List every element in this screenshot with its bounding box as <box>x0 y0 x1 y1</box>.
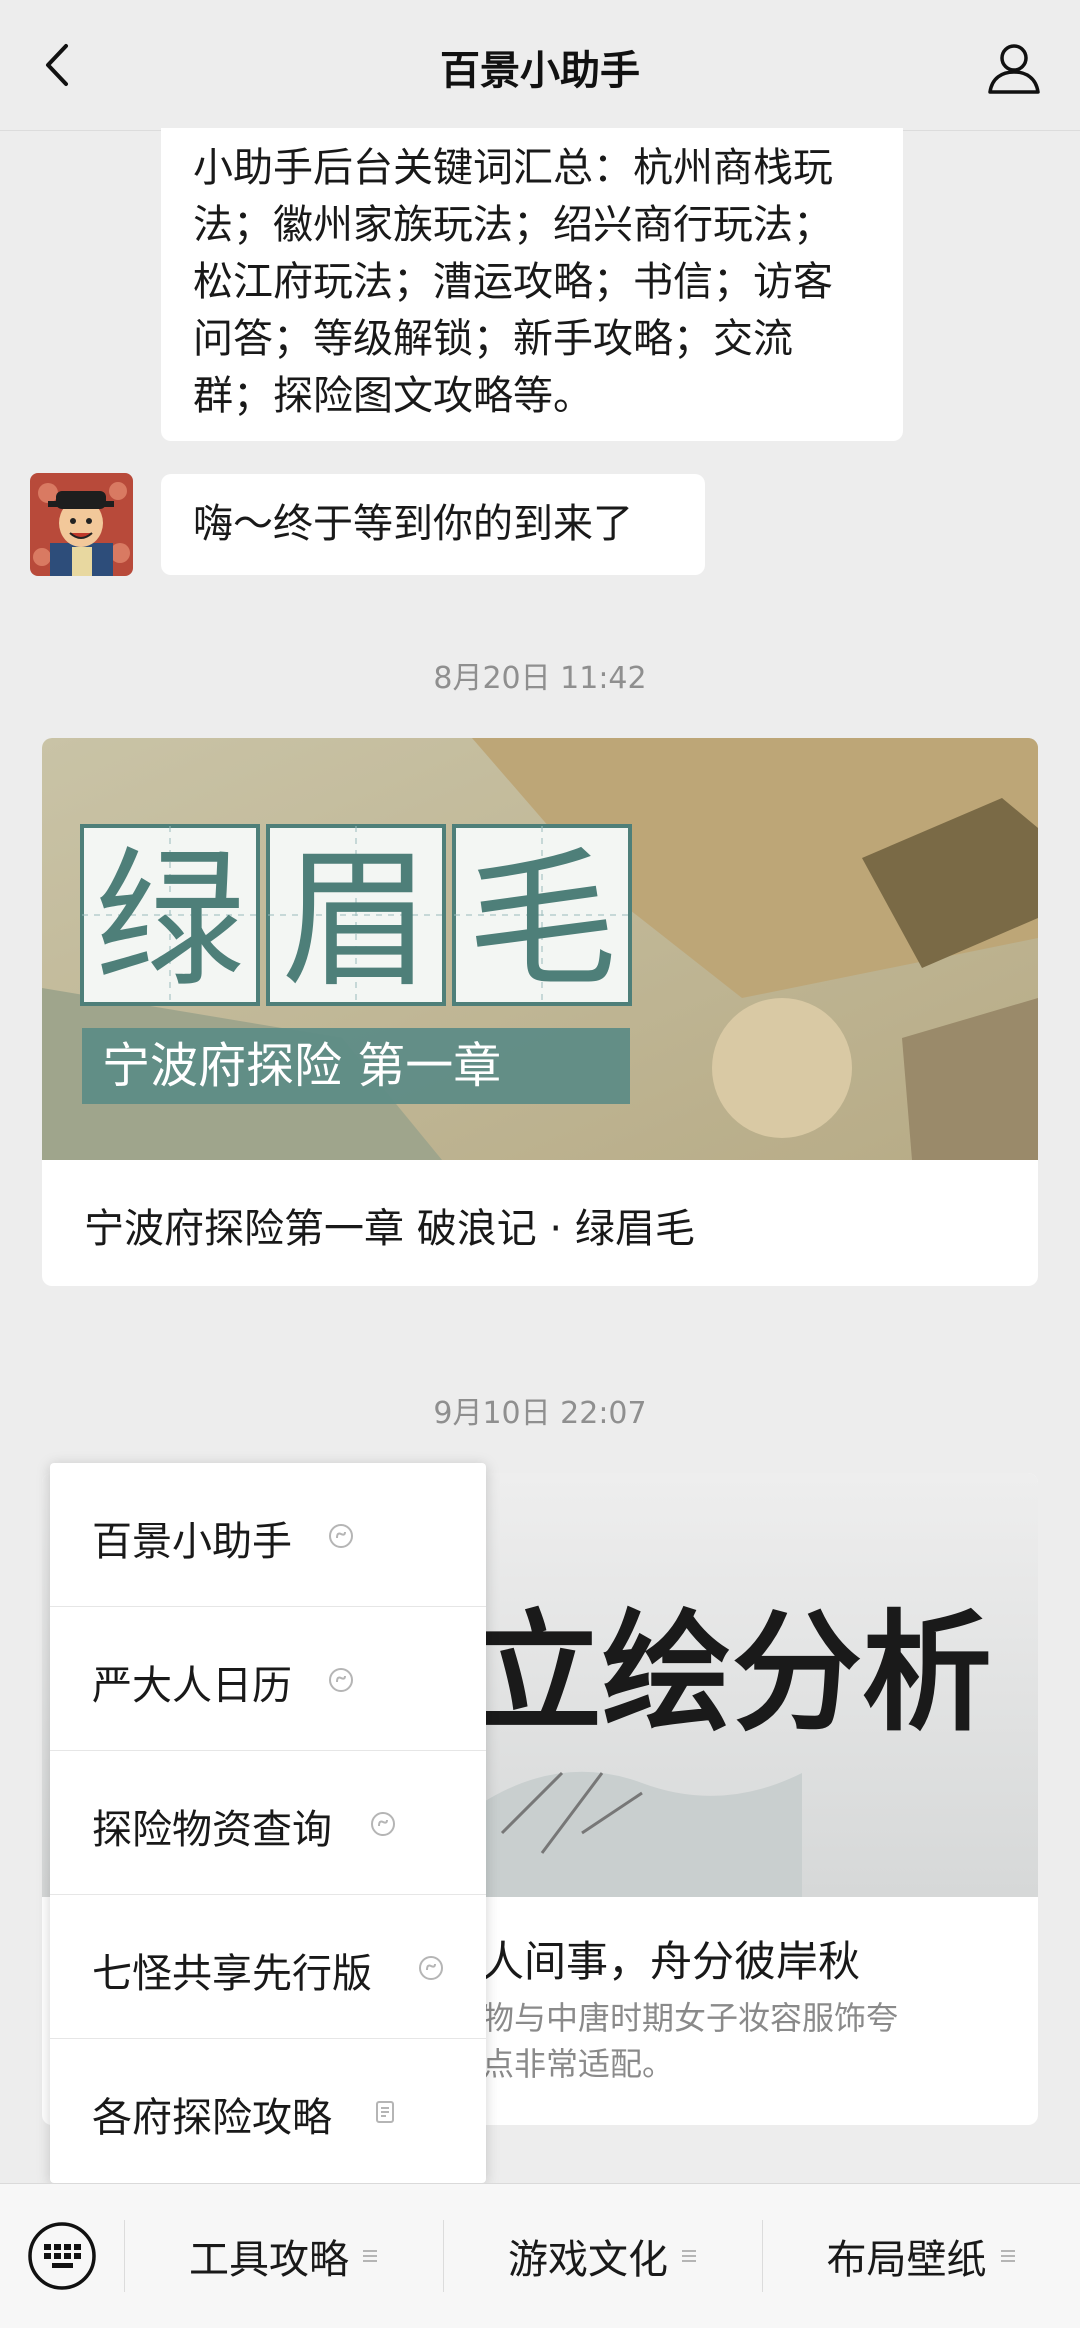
submenu-item-label: 严大人日历 <box>92 1663 292 1709</box>
mini-program-icon <box>419 1956 443 1980</box>
profile-icon[interactable] <box>984 38 1044 98</box>
bottom-menu-bar: 工具攻略 游戏文化 布局壁纸 <box>0 2183 1080 2328</box>
article-summary: 物与中唐时期女子妆容服饰夸 点非常适配。 <box>482 1995 1002 2087</box>
banner-char: 毛 <box>467 834 617 1008</box>
submenu-popup: 百景小助手 严大人日历 探险物资查询 七怪共享先行版 各府探险攻略 <box>50 1463 486 2183</box>
mini-program-icon <box>371 1812 395 1836</box>
banner-title: 立绘分析 <box>472 1596 992 1749</box>
submenu-item-supply-query[interactable]: 探险物资查询 <box>50 1751 486 1895</box>
banner-char: 绿 <box>95 834 245 1008</box>
submenu-item-qiguai-share[interactable]: 七怪共享先行版 <box>50 1895 486 2039</box>
banner-char: 眉 <box>281 834 431 1008</box>
official-avatar-image <box>30 473 133 576</box>
timestamp: 8月20日 11:42 <box>433 661 647 696</box>
submenu-icon <box>1000 2250 1015 2262</box>
article-title: 人间事，舟分彼岸秋 <box>482 1937 861 1986</box>
menu-tab-label: 游戏文化 <box>508 2237 668 2283</box>
article-card-ningbo[interactable]: 绿 眉 毛 宁波府探险 第一章 宁波府探险第一章 破浪记 · 绿眉毛 <box>42 738 1038 1286</box>
menu-tab-culture[interactable]: 游戏文化 <box>444 2184 762 2328</box>
keyboard-icon[interactable] <box>26 2220 98 2292</box>
timestamp: 9月10日 22:07 <box>433 1396 647 1431</box>
submenu-item-label: 各府探险攻略 <box>92 2095 332 2141</box>
menu-tab-label: 工具攻略 <box>189 2237 349 2283</box>
message-bubble-keywords: 小助手后台关键词汇总：杭州商栈玩法；徽州家族玩法；绍兴商行玩法；松江府玩法；漕运… <box>161 128 903 441</box>
article-cover-image: 绿 眉 毛 宁波府探险 第一章 <box>42 738 1038 1160</box>
menu-tab-tools[interactable]: 工具攻略 <box>125 2184 443 2328</box>
submenu-item-label: 百景小助手 <box>92 1519 292 1565</box>
menu-tab-label: 布局壁纸 <box>826 2237 987 2283</box>
message-bubble-greeting: 嗨～终于等到你的到来了 <box>161 474 705 575</box>
submenu-item-calendar[interactable]: 严大人日历 <box>50 1607 486 1751</box>
submenu-item-label: 探险物资查询 <box>92 1807 332 1853</box>
article-icon <box>376 2101 394 2123</box>
submenu-item-baijing-assistant[interactable]: 百景小助手 <box>50 1463 486 1607</box>
menu-tab-layout-wallpaper[interactable]: 布局壁纸 <box>763 2184 1080 2328</box>
submenu-item-label: 七怪共享先行版 <box>92 1951 372 1997</box>
page-title: 百景小助手 <box>440 48 640 94</box>
article-title: 宁波府探险第一章 破浪记 · 绿眉毛 <box>84 1206 695 1252</box>
mini-program-icon <box>329 1524 353 1548</box>
nav-header: 百景小助手 <box>0 0 1080 131</box>
banner-subtitle: 宁波府探险 第一章 <box>102 1038 501 1094</box>
submenu-item-exploration-guides[interactable]: 各府探险攻略 <box>50 2039 486 2183</box>
keywords-message-text: 小助手后台关键词汇总：杭州商栈玩法；徽州家族玩法；绍兴商行玩法；松江府玩法；漕运… <box>193 145 833 419</box>
submenu-icon <box>363 2250 377 2262</box>
submenu-icon <box>682 2250 696 2262</box>
mini-program-icon <box>329 1668 353 1692</box>
article-summary-line: 物与中唐时期女子妆容服饰夸 <box>482 1999 899 2037</box>
article-summary-line: 点非常适配。 <box>482 2045 675 2083</box>
greeting-message-text: 嗨～终于等到你的到来了 <box>193 501 633 547</box>
avatar[interactable] <box>30 473 133 576</box>
